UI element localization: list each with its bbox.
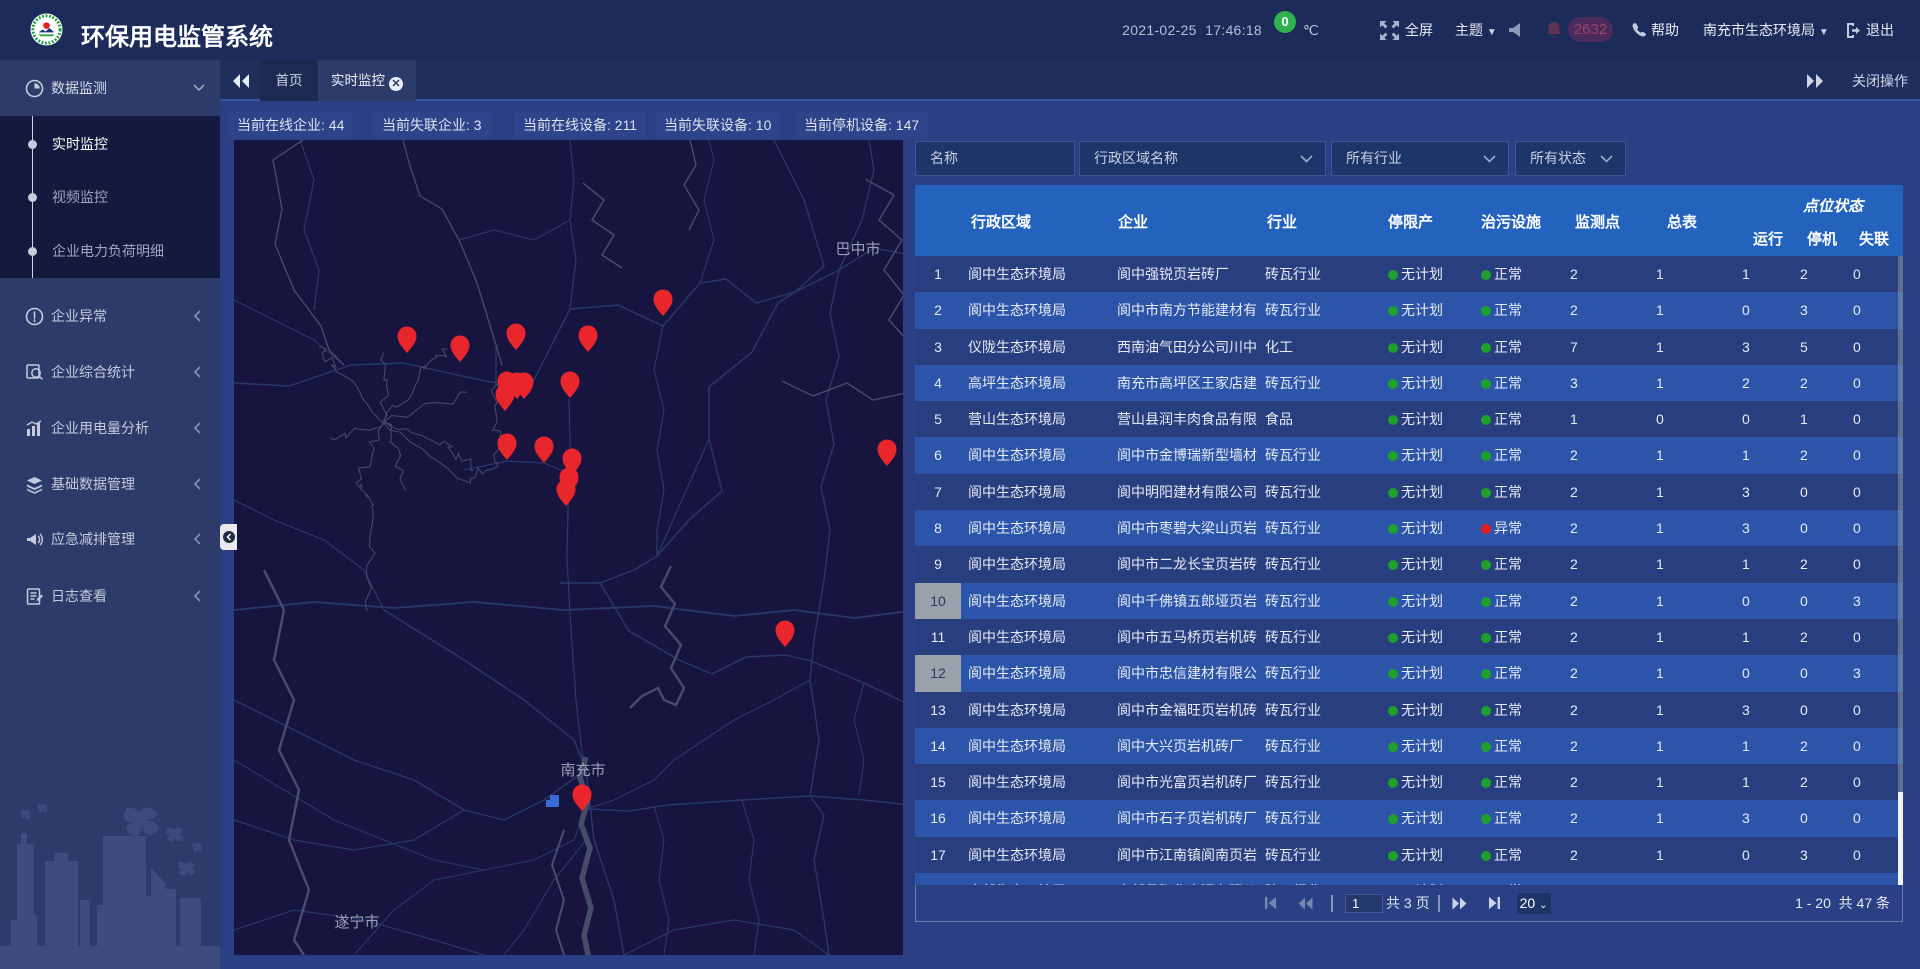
svg-text:南充市: 南充市 — [560, 762, 605, 779]
svg-text:巴中市: 巴中市 — [835, 241, 880, 258]
svg-text:遂宁市: 遂宁市 — [334, 914, 379, 931]
